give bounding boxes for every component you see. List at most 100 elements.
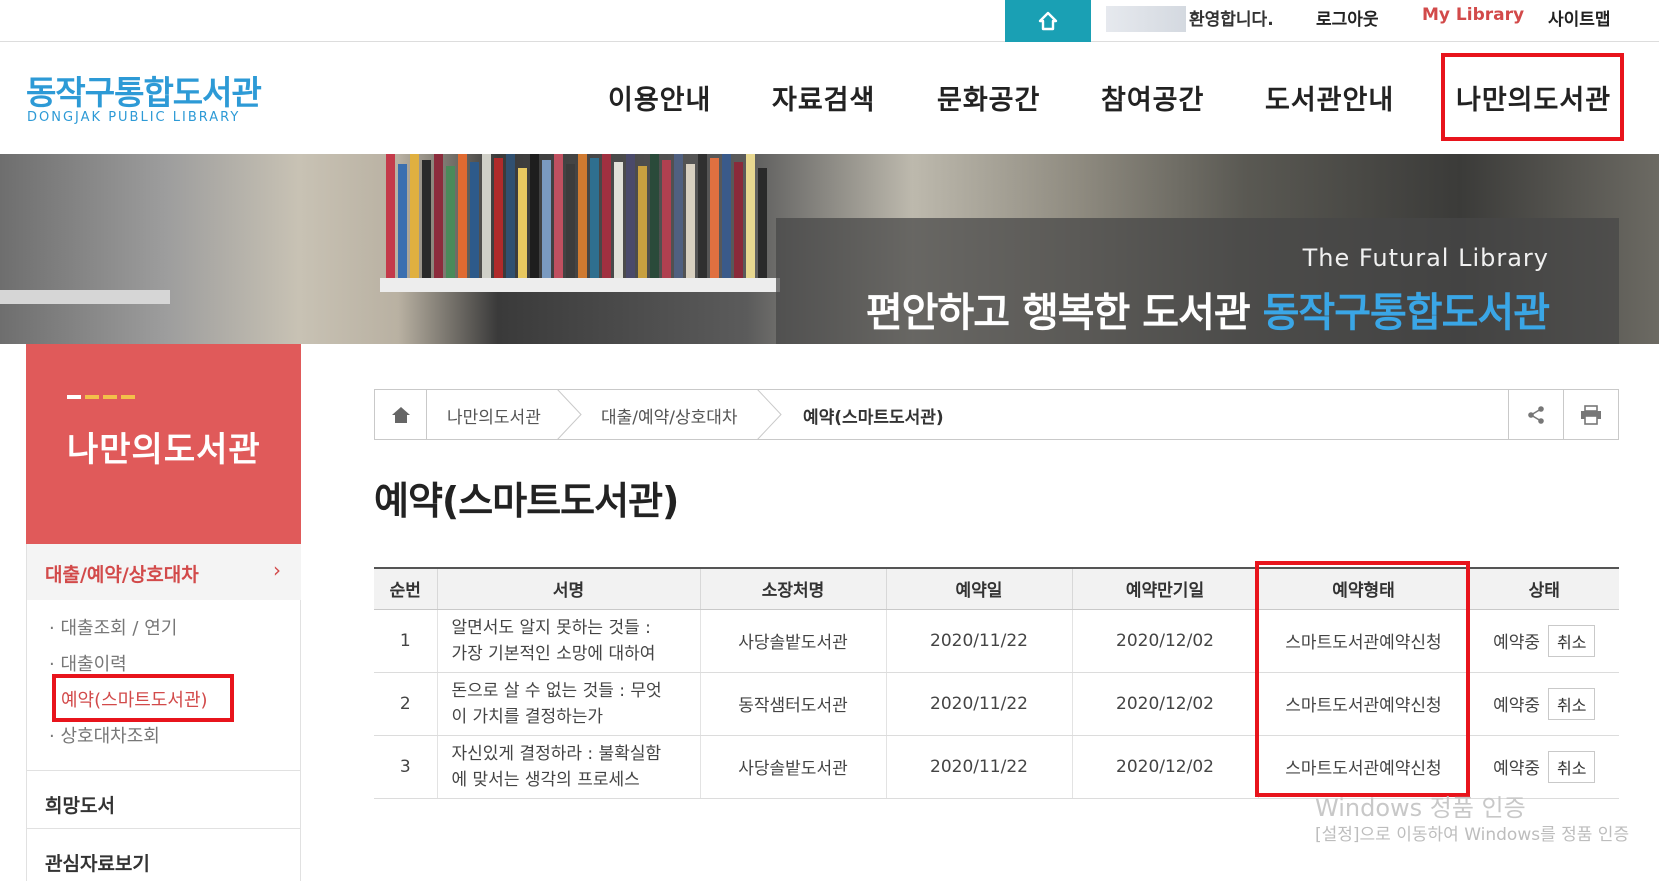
activation-watermark-text: [설정]으로 이동하여 Windows를 정품 인증 (1315, 825, 1630, 845)
sitemap-link[interactable]: 사이트맵 (1548, 5, 1611, 30)
sidebar-title: 나만의도서관 (67, 430, 261, 470)
book-decoration (530, 154, 539, 278)
cell-no: 3 (374, 735, 437, 799)
book-decoration (662, 160, 671, 278)
divider (27, 828, 301, 829)
divider (27, 770, 301, 771)
cell-library: 사당솔밭도서관 (699, 609, 886, 673)
cell-expire-date: 2020/12/02 (1071, 672, 1258, 736)
cell-expire-date: 2020/12/02 (1071, 735, 1258, 799)
highlight-box-type-column (1255, 561, 1470, 797)
book-decoration (458, 154, 467, 278)
book-decoration (650, 154, 659, 278)
cell-expire-date: 2020/12/02 (1071, 609, 1258, 673)
chevron-right-icon (556, 389, 582, 440)
sidebar-sub-label: 상호대차조회 (60, 726, 160, 747)
cancel-button[interactable]: 취소 (1547, 687, 1596, 720)
activation-watermark-title: Windows 정품 인증 (1315, 794, 1526, 822)
my-library-link[interactable]: My Library (1422, 5, 1524, 25)
cell-title: 돈으로 살 수 없는 것들 : 무엇 이 가치를 결정하는가 (436, 672, 700, 736)
sidebar-item-loan-reserve[interactable]: 대출/예약/상호대차 › (27, 544, 301, 600)
col-header-expire-date: 예약만기일 (1071, 567, 1258, 610)
welcome-text: 환영합니다. (1189, 10, 1274, 30)
cancel-button[interactable]: 취소 (1547, 750, 1596, 783)
book-decoration (422, 160, 431, 278)
nav-culture[interactable]: 문화공간 (937, 78, 1040, 117)
book-decoration (566, 164, 575, 278)
top-utility-bar: 환영합니다. 로그아웃 My Library 사이트맵 (0, 0, 1659, 42)
cell-reserve-date: 2020/11/22 (885, 609, 1072, 673)
dash-decoration (103, 395, 117, 399)
cell-no: 2 (374, 672, 437, 736)
cell-reserve-date: 2020/11/22 (885, 672, 1072, 736)
sidebar-item-favorites[interactable]: 관심자료보기 (45, 849, 150, 876)
sidebar-item-label: 대출/예약/상호대차 (45, 564, 199, 586)
dash-decoration (121, 395, 135, 399)
banner-title-main: 편안하고 행복한 도서관 (865, 290, 1263, 336)
book-decoration (626, 154, 635, 278)
breadcrumb: 나만의도서관 대출/예약/상호대차 예약(스마트도서관) (374, 389, 1619, 440)
breadcrumb-current: 예약(스마트도서관) (803, 408, 944, 428)
share-button[interactable] (1508, 390, 1563, 439)
sidebar-item-wish-books[interactable]: 희망도서 (45, 791, 115, 818)
sidebar-sub-interlibrary[interactable]: · 상호대차조회 (49, 722, 160, 748)
book-decoration (602, 154, 611, 278)
logo-english: DONGJAK PUBLIC LIBRARY (27, 110, 241, 125)
book-decoration (686, 164, 695, 278)
chevron-right-icon: › (273, 558, 281, 582)
book-decoration (554, 154, 563, 278)
status-text: 예약중 (1493, 695, 1540, 716)
breadcrumb-item[interactable]: 나만의도서관 (447, 403, 541, 428)
book-decoration (518, 168, 527, 278)
col-header-reserve-date: 예약일 (885, 567, 1072, 610)
book-decoration (386, 154, 395, 278)
book-decoration (506, 154, 515, 278)
book-decoration (410, 154, 419, 278)
logo-korean: 동작구통합도서관 (26, 73, 262, 112)
hero-banner: The Futural Library 편안하고 행복한 도서관 동작구통합도서… (0, 154, 1659, 344)
book-decoration (494, 158, 503, 278)
book-decoration (542, 160, 551, 278)
cell-status: 예약중 취소 (1468, 672, 1619, 736)
cell-library: 사당솔밭도서관 (699, 735, 886, 799)
home-icon (391, 406, 410, 423)
nav-usage-guide[interactable]: 이용안내 (608, 78, 711, 117)
book-decoration (698, 154, 707, 278)
status-text: 예약중 (1493, 758, 1540, 779)
highlight-box-sidebar (52, 674, 234, 722)
highlight-box-nav (1441, 53, 1624, 141)
nav-participation[interactable]: 참여공간 (1101, 78, 1204, 117)
nav-library-info[interactable]: 도서관안내 (1265, 78, 1394, 117)
sidebar-sub-loan-inquiry[interactable]: · 대출조회 / 연기 (49, 614, 177, 640)
username-redacted (1106, 6, 1186, 32)
cancel-button[interactable]: 취소 (1547, 624, 1596, 657)
book-decoration (446, 166, 455, 278)
print-icon (1581, 404, 1601, 425)
site-header: 동작구통합도서관 DONGJAK PUBLIC LIBRARY 이용안내 자료검… (0, 42, 1659, 154)
home-button[interactable] (1005, 0, 1091, 42)
breadcrumb-home[interactable] (375, 390, 427, 439)
banner-subtitle: The Futural Library (1302, 244, 1549, 272)
cell-status: 예약중 취소 (1468, 609, 1619, 673)
print-button[interactable] (1563, 390, 1618, 439)
cell-title: 알면서도 알지 못하는 것들 : 가장 기본적인 소망에 대하여 (436, 609, 700, 673)
nav-search[interactable]: 자료검색 (772, 78, 875, 117)
dash-decoration (67, 395, 81, 399)
title-line: 돈으로 살 수 없는 것들 : 무엇 (451, 680, 662, 701)
chevron-right-icon (756, 389, 782, 440)
dash-decoration (85, 395, 99, 399)
page-title: 예약(스마트도서관) (374, 479, 679, 523)
col-header-title: 서명 (436, 567, 700, 610)
breadcrumb-item[interactable]: 대출/예약/상호대차 (601, 403, 738, 428)
sidebar-sub-loan-history[interactable]: · 대출이력 (49, 650, 127, 676)
sidebar-sub-label: 대출조회 / 연기 (60, 618, 178, 639)
book-decoration (482, 154, 491, 278)
cell-reserve-date: 2020/11/22 (885, 735, 1072, 799)
book-decoration (722, 154, 731, 278)
book-decoration (734, 162, 743, 278)
book-decoration (758, 168, 767, 278)
cell-library: 동작샘터도서관 (699, 672, 886, 736)
logout-link[interactable]: 로그아웃 (1316, 5, 1379, 30)
shelf-decoration (380, 278, 780, 292)
sidebar-sub-label: 대출이력 (60, 654, 127, 675)
